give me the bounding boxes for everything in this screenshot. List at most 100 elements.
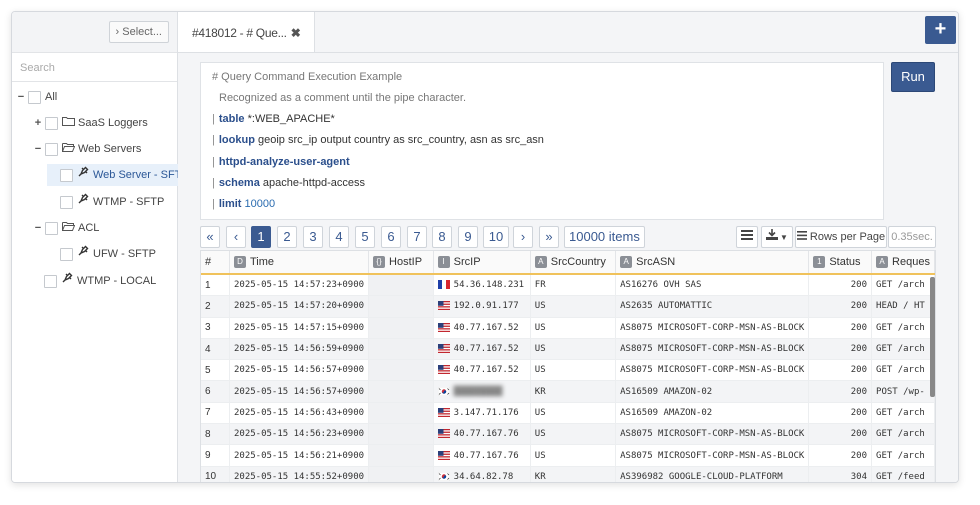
page-8-button[interactable]: 8 — [432, 226, 452, 248]
checkbox[interactable] — [44, 274, 57, 288]
cell-time: 2025-05-15 14:56:57+0900 — [229, 359, 370, 382]
column-header[interactable]: I SrcIP — [433, 251, 531, 275]
checkbox[interactable] — [60, 168, 73, 182]
table-row[interactable]: 8 2025-05-15 14:56:23+0900 40.77.167.76 US A… — [201, 423, 935, 446]
table-row[interactable]: 2 2025-05-15 14:57:20+0900 192.0.91.177 US A… — [201, 295, 935, 318]
table-row[interactable]: 4 2025-05-15 14:56:59+0900 40.77.167.52 US A… — [201, 338, 935, 361]
checkbox[interactable] — [45, 221, 58, 235]
cell-status: 304 — [808, 466, 873, 482]
cell-srcip: █████████ — [433, 380, 531, 403]
cell-hostip — [368, 466, 434, 482]
table-row[interactable]: 10 2025-05-15 14:55:52+0900 34.64.82.78 KR A… — [201, 466, 935, 482]
cell-status: 200 — [808, 274, 873, 297]
column-header[interactable]: A Reques — [871, 251, 935, 275]
checkbox[interactable] — [28, 90, 41, 104]
page-9-button[interactable]: 9 — [458, 226, 478, 248]
type-badge: 1 — [813, 256, 826, 269]
cell-srcasn: AS8075 MICROSOFT-CORP-MSN-AS-BLOCK — [615, 423, 810, 446]
cell-srccountry: US — [530, 317, 617, 339]
cell-time: 2025-05-15 14:56:43+0900 — [229, 402, 370, 425]
tree-item-acl[interactable]: − ACL — [33, 217, 99, 239]
checkbox[interactable] — [45, 116, 58, 130]
collapse-icon[interactable]: − — [33, 217, 43, 239]
checkbox[interactable] — [45, 142, 58, 156]
select-button[interactable]: › Select... — [108, 21, 169, 43]
cell-srcasn: AS16276 OVH SAS — [615, 274, 810, 297]
download-button[interactable]: ▼ — [761, 226, 793, 248]
plug-icon — [61, 270, 75, 292]
cell-status: 200 — [808, 402, 873, 425]
app-window: › Select... − All + SaaS Loggers − Web Serv… — [11, 11, 959, 483]
page-7-button[interactable]: 7 — [407, 226, 427, 248]
last-page-button[interactable]: » — [539, 226, 559, 248]
rows-per-page-label: Rows per Page — [809, 231, 886, 243]
column-header[interactable]: # — [201, 251, 230, 275]
tree-item-label: SaaS Loggers — [78, 117, 148, 129]
column-header[interactable]: A SrcASN — [615, 251, 810, 275]
columns-button[interactable] — [736, 226, 758, 248]
expand-icon[interactable]: + — [33, 112, 43, 134]
us-flag-icon — [437, 450, 454, 461]
search-input[interactable] — [18, 61, 162, 75]
table-row[interactable]: 7 2025-05-15 14:56:43+0900 3.147.71.176 US A… — [201, 402, 935, 425]
add-tab-button[interactable]: + — [925, 16, 956, 44]
tree-item-web-server-sftp[interactable]: Web Server - SFTP — [47, 164, 190, 186]
folder-icon — [62, 112, 76, 134]
cell-request: GET /arch — [871, 274, 935, 297]
table-row[interactable]: 3 2025-05-15 14:57:15+0900 40.77.167.52 US A… — [201, 317, 935, 339]
page-2-button[interactable]: 2 — [277, 226, 297, 248]
query-line: | httpd-analyze-user-agent — [212, 156, 350, 168]
tree-item-label: WTMP - LOCAL — [77, 275, 157, 287]
page-4-button[interactable]: 4 — [329, 226, 349, 248]
tree-item-wtmp-local[interactable]: WTMP - LOCAL — [44, 270, 156, 292]
column-header[interactable]: A SrcCountry — [530, 251, 617, 275]
cell-request: GET /arch — [871, 444, 935, 467]
cell-request: GET /arch — [871, 423, 935, 446]
close-icon[interactable]: ✖ — [291, 26, 301, 40]
tree-item-all[interactable]: − All — [16, 86, 57, 108]
row-index: 3 — [201, 317, 230, 339]
cell-status: 200 — [808, 338, 873, 361]
column-header[interactable]: D Time — [229, 251, 370, 275]
tree-item-label: UFW - SFTP — [93, 248, 156, 260]
cell-srcasn: AS2635 AUTOMATTIC — [615, 295, 810, 318]
cell-status: 200 — [808, 359, 873, 382]
tree-item-label: Web Servers — [78, 143, 142, 155]
page-3-button[interactable]: 3 — [303, 226, 323, 248]
prev-page-button[interactable]: ‹ — [226, 226, 246, 248]
table-row[interactable]: 9 2025-05-15 14:56:21+0900 40.77.167.76 US A… — [201, 444, 935, 467]
tab-query[interactable]: #418012 - # Que... ✖ — [178, 12, 316, 52]
table-row[interactable]: 5 2025-05-15 14:56:57+0900 40.77.167.52 US A… — [201, 359, 935, 382]
type-badge: A — [534, 256, 547, 269]
cell-hostip — [368, 359, 434, 382]
page-1-button[interactable]: 1 — [251, 226, 271, 248]
query-editor[interactable]: # Query Command Execution Example Recogn… — [200, 62, 884, 220]
next-page-button[interactable]: › — [513, 226, 533, 248]
tree-item-web-servers[interactable]: − Web Servers — [33, 138, 141, 160]
query-comment: Recognized as a comment until the pipe c… — [219, 92, 467, 104]
us-flag-icon — [437, 407, 454, 418]
first-page-button[interactable]: « — [200, 226, 220, 248]
collapse-icon[interactable]: − — [33, 138, 43, 160]
cell-srccountry: US — [530, 338, 617, 361]
vertical-scrollbar[interactable] — [930, 277, 935, 397]
tree-item-wtmp-sftp[interactable]: WTMP - SFTP — [60, 191, 164, 213]
column-header[interactable]: 1 Status — [808, 251, 873, 275]
cell-srcasn: AS16509 AMAZON-02 — [615, 380, 810, 403]
page-10-button[interactable]: 10 — [483, 226, 509, 248]
table-row[interactable]: 1 2025-05-15 14:57:23+0900 54.36.148.231 FR… — [201, 274, 935, 297]
table-row[interactable]: 6 2025-05-15 14:56:57+0900 █████████ KR AS16… — [201, 380, 935, 403]
table-header: # D Time {} HostIP I SrcIP A SrcCountry A Src… — [201, 251, 935, 275]
checkbox[interactable] — [60, 247, 73, 261]
tree-item-saas-loggers[interactable]: + SaaS Loggers — [33, 112, 148, 134]
rows-per-page-button[interactable]: Rows per Page — [795, 226, 887, 248]
collapse-icon[interactable]: − — [16, 86, 26, 108]
checkbox[interactable] — [60, 195, 73, 209]
page-5-button[interactable]: 5 — [355, 226, 375, 248]
cell-srcasn: AS16509 AMAZON-02 — [615, 402, 810, 425]
tree-item-ufw-sftp[interactable]: UFW - SFTP — [60, 243, 156, 265]
column-header[interactable]: {} HostIP — [368, 251, 434, 275]
run-button[interactable]: Run — [891, 62, 935, 92]
type-badge: {} — [373, 256, 386, 269]
page-6-button[interactable]: 6 — [381, 226, 401, 248]
